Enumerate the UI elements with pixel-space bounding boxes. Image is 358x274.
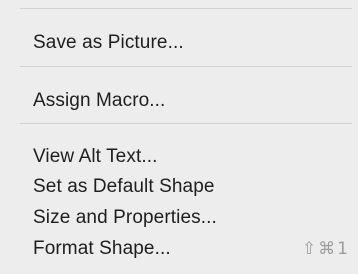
menu-item-label: View Alt Text...	[33, 146, 158, 167]
menu-item-save-as-picture[interactable]: Save as Picture...	[0, 26, 358, 60]
menu-item-view-alt-text[interactable]: View Alt Text...	[0, 140, 358, 174]
menu-item-assign-macro[interactable]: Assign Macro...	[0, 84, 358, 118]
menu-item-set-as-default-shape[interactable]: Set as Default Shape	[0, 170, 358, 204]
menu-separator	[20, 66, 352, 67]
menu-separator	[20, 123, 352, 124]
menu-item-label: Format Shape...	[33, 238, 171, 259]
context-menu: Save as Picture... Assign Macro... View …	[0, 0, 358, 274]
menu-item-format-shape[interactable]: Format Shape... ⇧⌘1	[0, 232, 358, 266]
keyboard-shortcut: ⇧⌘1	[301, 239, 350, 259]
menu-item-label: Set as Default Shape	[33, 176, 215, 197]
menu-item-size-and-properties[interactable]: Size and Properties...	[0, 201, 358, 235]
menu-item-label: Save as Picture...	[33, 32, 184, 53]
menu-item-label: Size and Properties...	[33, 207, 217, 228]
menu-separator	[20, 8, 352, 9]
menu-item-label: Assign Macro...	[33, 90, 166, 111]
